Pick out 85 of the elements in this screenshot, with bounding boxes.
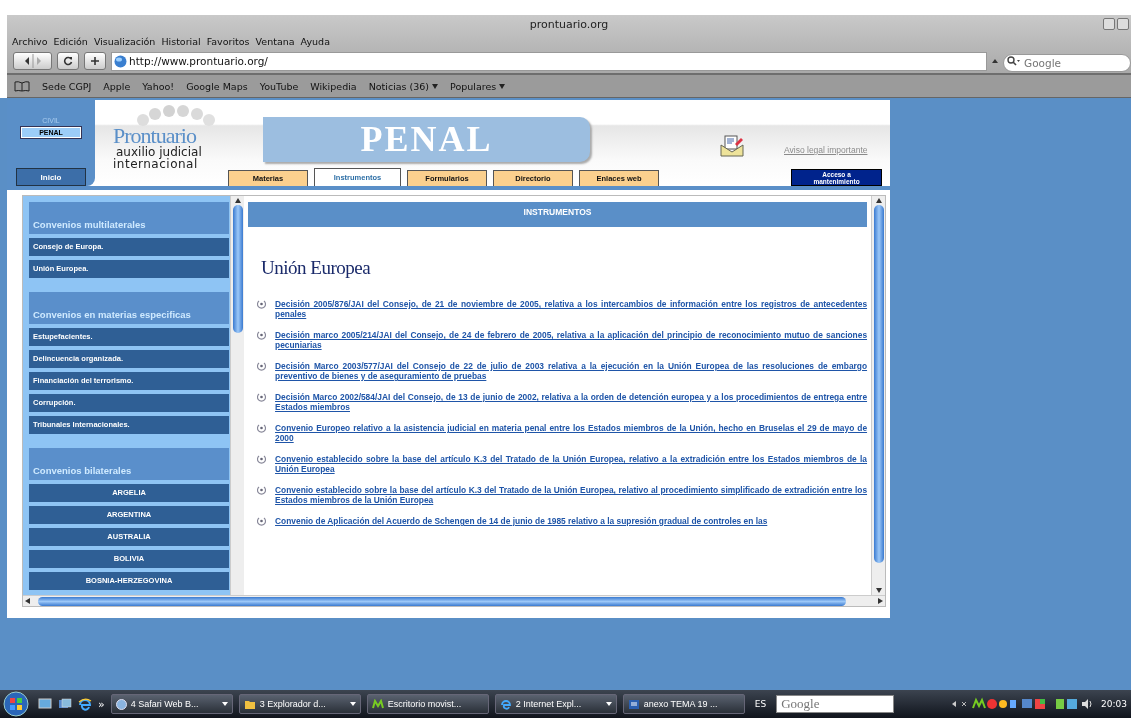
scrollbar[interactable] <box>230 196 245 595</box>
start-button[interactable] <box>0 690 32 718</box>
window-switch-icon[interactable] <box>58 698 72 710</box>
document-link[interactable]: Decisión Marco 2003/577/JAI del Consejo de 22 de julio de 2003 relativa a la ejecución en la Unión Europea de las resoluciones de embargo preventivo de bienes y de aseguramiento de pruebas <box>275 361 868 381</box>
plus-icon <box>90 56 100 66</box>
menu-item[interactable]: Favoritos <box>206 36 250 47</box>
language-indicator[interactable]: ES <box>754 699 767 709</box>
more-button[interactable]: » <box>98 697 105 711</box>
bookmark-item[interactable]: YouTube <box>259 80 299 92</box>
bullet-icon <box>257 362 267 371</box>
left-arrow-icon[interactable] <box>25 598 30 604</box>
bookmark-item[interactable]: Apple <box>103 80 131 92</box>
sidebar-heading: Convenios en materias especificas <box>29 292 229 324</box>
content-header: INSTRUMENTOS <box>248 202 868 227</box>
maximize-button[interactable] <box>1117 18 1129 30</box>
bullet-icon <box>257 424 267 433</box>
search-field[interactable]: Google <box>776 695 895 713</box>
logo-title: Prontuario <box>113 126 196 146</box>
scroll-thumb[interactable] <box>873 205 884 563</box>
menu-item[interactable]: Archivo <box>12 36 48 47</box>
bullet-icon <box>257 486 267 495</box>
up-arrow-icon[interactable] <box>234 198 241 203</box>
right-arrow-icon[interactable] <box>878 598 883 604</box>
bookmark-item[interactable]: Noticias (36) <box>368 80 430 92</box>
globe-icon <box>114 54 127 68</box>
bullet-icon <box>257 300 267 309</box>
bookmark-item[interactable]: Sede CGPJ <box>42 80 92 92</box>
taskbar-button[interactable]: Escritorio movist... <box>366 694 489 714</box>
caret-icon[interactable] <box>432 83 439 89</box>
reload-icon <box>63 56 73 66</box>
folder-icon <box>243 698 256 710</box>
bookmark-item[interactable]: Wikipedia <box>310 80 357 92</box>
taskbar-button[interactable]: 2 Internet Expl... <box>494 694 617 714</box>
bullet-icon <box>257 455 267 464</box>
document-link[interactable]: Convenio establecido sobre la base del artículo K.3 del Tratado de la Unión Europea, relativo a la extradición entre los Estados miembros de la Unión Europea <box>275 454 868 474</box>
bullet-icon <box>257 517 267 526</box>
back-forward-button[interactable] <box>13 52 52 70</box>
book-icon[interactable] <box>14 80 30 92</box>
menu-item[interactable]: Historial <box>161 36 201 47</box>
address-field[interactable]: http://www.prontuario.org/ <box>111 51 987 71</box>
logo-mark-icon <box>371 698 384 710</box>
envelope-letter-icon[interactable] <box>720 135 744 157</box>
scroll-thumb[interactable] <box>232 205 243 333</box>
taskbar-button[interactable]: anexo TEMA 19 ... <box>622 694 745 714</box>
bullet-icon <box>257 331 267 340</box>
search-icon <box>1007 56 1021 66</box>
document-link[interactable]: Convenio Europeo relativo a la asistencia judicial en materia penal entre los Estados miembros de la Unión, hecho en Bruselas el 29 de mayo de 2000 <box>275 423 868 443</box>
bookmark-item[interactable]: Populares <box>450 80 497 92</box>
menu-item[interactable]: Ayuda <box>300 36 330 47</box>
clock: 20:03 <box>1101 699 1127 709</box>
search-field[interactable]: Google <box>1003 54 1131 72</box>
document-link[interactable]: Decisión 2005/876/JAI del Consejo, de 21 de noviembre de 2005, relativa a los intercambios de información entre los registros de antecedentes penales <box>275 299 868 319</box>
document-icon <box>627 698 640 710</box>
desktop-icon[interactable] <box>38 698 52 710</box>
browser-icon <box>499 698 512 710</box>
document-link[interactable]: Decisión marco 2005/214/JAI del Consejo, de 24 de febrero de 2005, relativa a la aplicación del principio de reconocimiento mutuo de sanciones pecuniarias <box>275 330 868 350</box>
taskbar-button[interactable]: 4 Safari Web B... <box>110 694 233 714</box>
minimize-button[interactable] <box>1103 18 1115 30</box>
bookmark-item[interactable]: Yahoo! <box>142 80 175 92</box>
page-heading: Unión Europea <box>261 257 372 279</box>
menu-item[interactable]: Ventana <box>255 36 295 47</box>
document-link[interactable]: Decisión Marco 2002/584/JAI del Consejo, de 13 de junio de 2002, relativa a la orden de detención europea y a los procedimientos de entrega entre Estados miembros <box>275 392 868 412</box>
sidebar-heading: Convenios bilaterales <box>29 448 229 480</box>
home-tab[interactable]: Inicio <box>16 168 86 186</box>
caret-icon[interactable] <box>499 83 506 89</box>
bullet-icon <box>257 393 267 402</box>
taskbar-button[interactable]: 3 Explorador d... <box>238 694 361 714</box>
browser-icon[interactable] <box>78 697 92 711</box>
globe-icon <box>115 698 127 710</box>
down-arrow-icon[interactable] <box>875 588 882 593</box>
resize-handle-icon[interactable] <box>992 59 998 63</box>
menu-item[interactable]: Edición <box>53 36 88 47</box>
logo-subtitle: internacional <box>113 158 198 170</box>
menu-item[interactable]: Visualización <box>93 36 156 47</box>
logo-subtitle: auxilio judicial <box>116 146 202 158</box>
sidebar-heading: Convenios multilaterales <box>29 202 229 234</box>
section-banner: PENAL <box>263 117 590 162</box>
reload-button[interactable] <box>57 52 79 70</box>
scrollbar[interactable] <box>871 196 885 595</box>
window-title: prontuario.org <box>529 18 609 31</box>
document-link[interactable]: Convenio establecido sobre la base del artículo K.3 del Tratado de la Unión Europea, relativo al procedimiento simplificado de extradición entre los Estados miembros de la Unión Europea <box>275 485 868 505</box>
add-bookmark-button[interactable] <box>84 52 106 70</box>
document-link[interactable]: Convenio de Aplicación del Acuerdo de Schengen de 14 de junio de 1985 relativo a la supresión gradual de controles en las <box>275 516 868 526</box>
up-arrow-icon[interactable] <box>875 198 882 203</box>
bookmark-item[interactable]: Google Maps <box>186 80 248 92</box>
